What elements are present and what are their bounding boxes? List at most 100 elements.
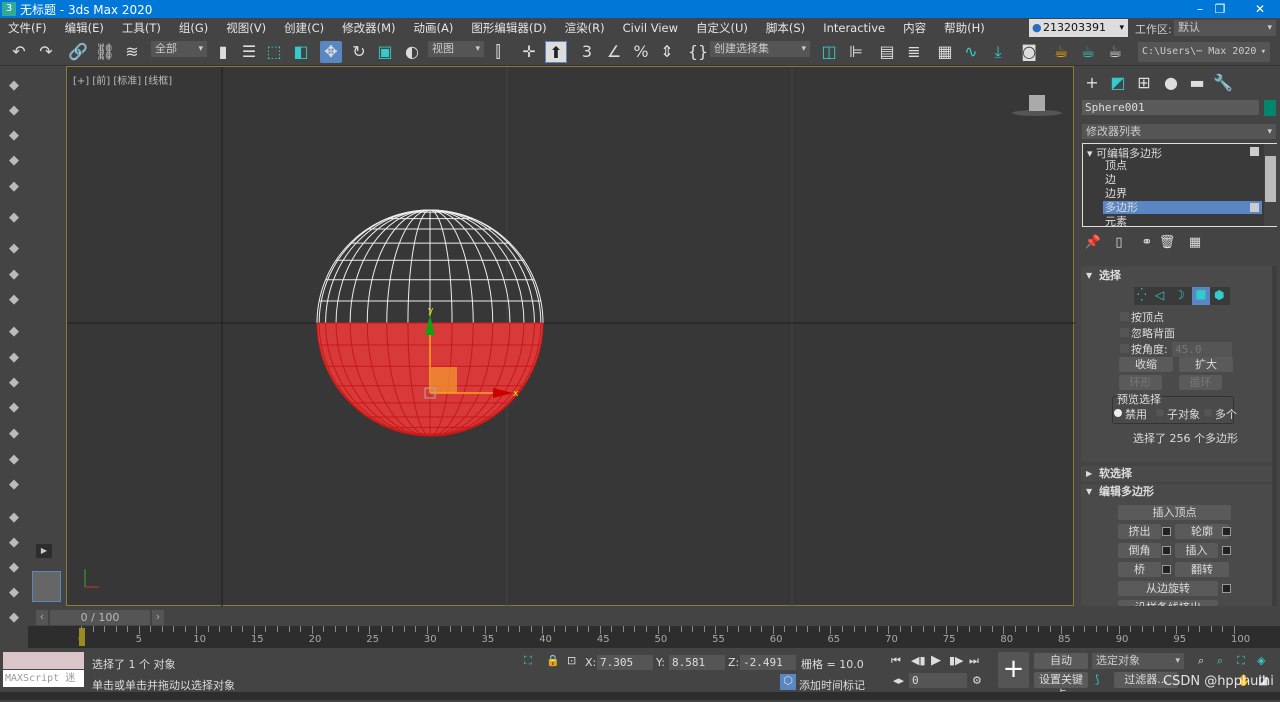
- angle-snap-icon[interactable]: ∠: [603, 41, 625, 63]
- bridge-settings-icon[interactable]: [1162, 565, 1171, 574]
- select-manipulate-icon[interactable]: ✛: [518, 41, 540, 63]
- stack-item[interactable]: 边: [1103, 173, 1262, 186]
- extrude-along-spline-button[interactable]: 沿样条线挤出: [1118, 600, 1218, 606]
- dope-sheet-icon[interactable]: ⤓: [987, 41, 1009, 63]
- key-filter-dropdown[interactable]: 选定对象: [1092, 653, 1184, 669]
- outline-button[interactable]: 轮廓: [1175, 524, 1229, 539]
- loop-button[interactable]: 循环: [1179, 375, 1222, 390]
- outline-settings-icon[interactable]: [1222, 527, 1231, 536]
- capsule-icon[interactable]: ◆: [5, 535, 23, 551]
- doc-icon[interactable]: ◆: [5, 153, 23, 169]
- y-coordinate-field[interactable]: 8.581: [669, 655, 725, 670]
- tools-icon[interactable]: ◆: [5, 241, 23, 257]
- by-angle-checkbox[interactable]: [1120, 344, 1129, 353]
- render-production-icon[interactable]: ☕: [1104, 41, 1126, 63]
- selection-rollout-header[interactable]: ▼ 选择: [1081, 268, 1273, 284]
- checker-icon[interactable]: ◆: [5, 510, 23, 526]
- make-unique-icon[interactable]: ⚭: [1136, 232, 1158, 254]
- keyboard-shortcut-override-icon[interactable]: ⬆: [545, 41, 567, 63]
- soft-selection-rollout-header[interactable]: ▶ 软选择: [1081, 466, 1273, 482]
- rect-selection-icon[interactable]: ⬚: [263, 41, 285, 63]
- isolate-selection-icon[interactable]: ⛶: [524, 654, 532, 668]
- menu-item[interactable]: 动画(A): [406, 20, 464, 36]
- cloud-icon[interactable]: ◆: [5, 103, 23, 119]
- menu-item[interactable]: 文件(F): [0, 20, 57, 36]
- pivot-center-icon[interactable]: ⫿: [487, 41, 509, 63]
- time-config-icon[interactable]: ⚙: [972, 674, 982, 687]
- sphere-icon[interactable]: ◆: [5, 375, 23, 391]
- time-slider[interactable]: ‹ 0 / 100 ›: [36, 610, 164, 625]
- hemisphere-icon[interactable]: ◆: [5, 350, 23, 366]
- motion-tab-icon[interactable]: ●: [1160, 72, 1182, 94]
- bridge-button[interactable]: 桥: [1118, 562, 1161, 577]
- ring-button[interactable]: 环形: [1119, 375, 1162, 390]
- layer-explorer-icon[interactable]: ≣: [903, 41, 925, 63]
- remove-modifier-icon[interactable]: 🗑: [1156, 232, 1178, 254]
- selection-filter-dropdown[interactable]: 全部: [151, 41, 207, 57]
- align-icon[interactable]: ⊫: [845, 41, 867, 63]
- workspace-dropdown[interactable]: 默认: [1174, 20, 1276, 36]
- add-time-tag-button[interactable]: 添加时间标记: [799, 677, 865, 693]
- edit-named-selection-icon[interactable]: {}: [687, 41, 709, 63]
- user-account-dropdown[interactable]: ● 213203391 ▾: [1029, 19, 1128, 37]
- grass-icon[interactable]: ◆: [5, 585, 23, 601]
- stack-item[interactable]: 顶点: [1103, 159, 1262, 172]
- menu-item[interactable]: 图形编辑器(D): [463, 20, 556, 36]
- ref-coord-dropdown[interactable]: 视图: [428, 41, 484, 57]
- angle-spinner[interactable]: 45.0: [1172, 342, 1232, 357]
- window-crossing-icon[interactable]: ◧: [290, 41, 312, 63]
- inset-settings-icon[interactable]: [1222, 546, 1231, 555]
- maxscript-input[interactable]: MAXScript 迷: [3, 670, 84, 687]
- by-vertex-checkbox[interactable]: [1120, 312, 1129, 321]
- extrude-button[interactable]: 挤出: [1118, 524, 1161, 539]
- insert-vertex-button[interactable]: 插入顶点: [1118, 505, 1231, 520]
- menu-item[interactable]: Interactive: [815, 21, 895, 35]
- rotate-icon[interactable]: ↻: [348, 41, 370, 63]
- viewport-front[interactable]: [+] [前] [标准] [线框] y x: [66, 66, 1075, 607]
- preview-radio[interactable]: [1156, 409, 1164, 417]
- edit-polygons-rollout-header[interactable]: ▼ 编辑多边形: [1081, 484, 1273, 500]
- scene-explorer-icon[interactable]: ▤: [876, 41, 898, 63]
- tree-icon[interactable]: ◆: [5, 560, 23, 576]
- stack-item[interactable]: 多边形: [1103, 201, 1262, 214]
- menu-item[interactable]: 工具(T): [114, 20, 171, 36]
- rendered-frame-icon[interactable]: ☕: [1077, 41, 1099, 63]
- placement-icon[interactable]: ◐: [401, 41, 423, 63]
- shrink-button[interactable]: 收缩: [1119, 357, 1173, 372]
- vertex-level-icon[interactable]: ⁛: [1137, 288, 1147, 302]
- auto-key-button[interactable]: 自动: [1034, 653, 1088, 669]
- x-coordinate-field[interactable]: 7.305: [597, 655, 653, 670]
- redo-icon[interactable]: ↷: [35, 41, 57, 63]
- z-coordinate-field[interactable]: -2.491: [740, 655, 796, 670]
- menu-item[interactable]: Civil View: [615, 21, 688, 35]
- bind-space-warp-icon[interactable]: ≋: [121, 41, 143, 63]
- menu-item[interactable]: 创建(C): [276, 20, 334, 36]
- element-level-icon[interactable]: ⬢: [1214, 288, 1224, 302]
- object-name-field[interactable]: Sphere001: [1082, 100, 1259, 115]
- key-mode-icon[interactable]: ◂▸: [893, 674, 904, 687]
- go-to-start-icon[interactable]: ⏮: [891, 654, 901, 668]
- calc-icon[interactable]: ◆: [5, 179, 23, 195]
- ribbon-icon[interactable]: ▦: [934, 41, 956, 63]
- unlink-icon[interactable]: ⛓: [94, 41, 116, 63]
- people-icon[interactable]: ◆: [5, 292, 23, 308]
- stack-root-toggle[interactable]: [1250, 147, 1259, 156]
- zoom-all-icon[interactable]: ⌕: [1217, 654, 1223, 668]
- bulb-icon[interactable]: ◆: [5, 210, 23, 226]
- spinner-snap-icon[interactable]: ⇕: [656, 41, 678, 63]
- next-frame-button[interactable]: ›: [152, 610, 164, 625]
- expand-play-icon[interactable]: ▶: [36, 544, 52, 558]
- ball-icon[interactable]: ◆: [5, 477, 23, 493]
- time-slider-marker[interactable]: [79, 628, 85, 646]
- hierarchy-tab-icon[interactable]: ⊞: [1133, 72, 1155, 94]
- extrude-settings-icon[interactable]: [1162, 527, 1171, 536]
- zoom-icon[interactable]: ⌕: [1198, 654, 1204, 668]
- menu-item[interactable]: 修改器(M): [334, 20, 405, 36]
- torus-icon[interactable]: ◆: [5, 400, 23, 416]
- maxscript-listener-output[interactable]: [3, 652, 84, 669]
- modify-tab-icon[interactable]: ◩: [1107, 72, 1129, 94]
- close-button[interactable]: ✕: [1240, 0, 1280, 18]
- go-to-end-icon[interactable]: ⏭: [969, 654, 979, 668]
- time-slider-thumb[interactable]: 0 / 100: [50, 610, 150, 625]
- move-icon[interactable]: ✥: [320, 41, 342, 63]
